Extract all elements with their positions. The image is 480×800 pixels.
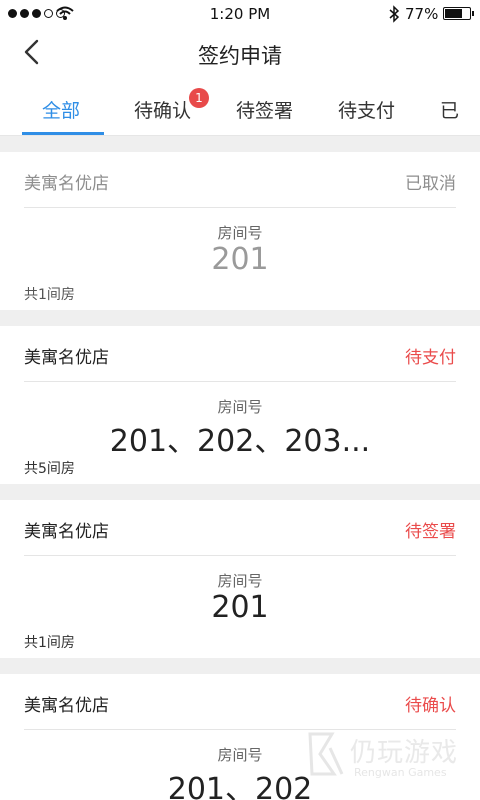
- battery-icon: [443, 7, 474, 20]
- room-label: 房间号: [217, 572, 263, 590]
- status-label: 待签署: [405, 522, 456, 542]
- watermark-title: 仍玩游戏: [350, 738, 459, 768]
- tab-active-indicator: [22, 132, 104, 135]
- room-numbers: 201: [211, 590, 269, 625]
- tab-all[interactable]: 全部: [42, 96, 80, 123]
- watermark-subtitle: Rengwan Games: [354, 766, 447, 779]
- notification-badge: 1: [189, 88, 209, 108]
- card-header: 美寓名优店 已取消: [24, 152, 456, 208]
- page-title: 签约申请: [198, 44, 282, 68]
- contract-card[interactable]: 美寓名优店 已取消 房间号 201 共1间房: [0, 152, 480, 310]
- room-label: 房间号: [217, 398, 263, 416]
- room-label: 房间号: [217, 224, 263, 242]
- contract-card[interactable]: 美寓名优店 待签署 房间号 201 共1间房: [0, 500, 480, 658]
- bluetooth-icon: [389, 5, 400, 23]
- room-numbers: 201、202、203...: [109, 424, 371, 459]
- status-bar: 1:20 PM 77%: [0, 0, 480, 28]
- store-name: 美寓名优店: [24, 696, 109, 716]
- tab-completed[interactable]: 已: [440, 96, 459, 123]
- tab-pending-confirm[interactable]: 待确认: [134, 96, 191, 123]
- card-header: 美寓名优店 待支付: [24, 326, 456, 382]
- tab-bar: 全部 待确认 1 待签署 待支付 已: [0, 80, 480, 136]
- store-name: 美寓名优店: [24, 522, 109, 542]
- room-count: 共1间房: [24, 635, 75, 651]
- status-label: 待确认: [405, 696, 456, 716]
- watermark-icon: [308, 732, 344, 776]
- battery-percent: 77%: [405, 5, 439, 23]
- status-label: 待支付: [405, 348, 456, 368]
- tab-pending-pay[interactable]: 待支付: [338, 96, 395, 123]
- tab-pending-sign[interactable]: 待签署: [236, 96, 293, 123]
- room-count: 共1间房: [24, 287, 75, 303]
- store-name: 美寓名优店: [24, 348, 109, 368]
- watermark-logo: 仍玩游戏 Rengwan Games: [306, 730, 476, 782]
- nav-bar: 签约申请: [0, 28, 480, 80]
- store-name: 美寓名优店: [24, 174, 109, 194]
- room-numbers: 201: [211, 242, 269, 277]
- card-header: 美寓名优店 待确认: [24, 674, 456, 730]
- room-count: 共5间房: [24, 461, 75, 477]
- status-label: 已取消: [405, 174, 456, 194]
- contract-card[interactable]: 美寓名优店 待支付 房间号 201、202、203... 共5间房: [0, 326, 480, 484]
- card-header: 美寓名优店 待签署: [24, 500, 456, 556]
